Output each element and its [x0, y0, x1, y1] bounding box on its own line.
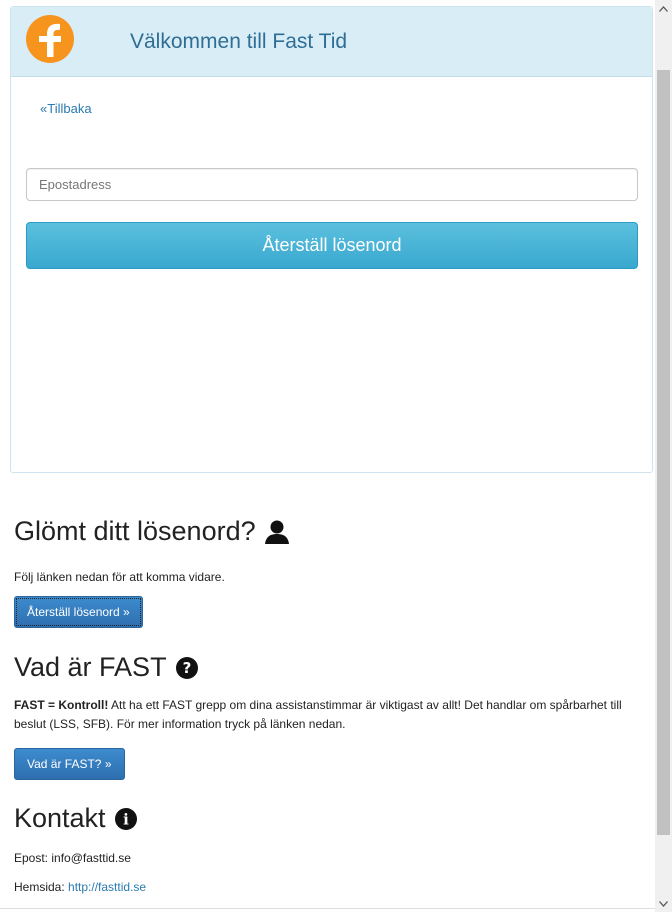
- forgot-reset-button[interactable]: Återställ lösenord »: [14, 596, 143, 628]
- about-text-bold: FAST = Kontroll!: [14, 698, 109, 712]
- forgot-section: Glömt ditt lösenord?: [14, 516, 654, 547]
- forgot-heading: Glömt ditt lösenord?: [14, 516, 654, 547]
- about-heading: Vad är FAST ?: [14, 652, 654, 683]
- scroll-up-icon[interactable]: [655, 0, 672, 17]
- fast-tid-logo-icon: [25, 14, 75, 64]
- back-link[interactable]: «Tillbaka: [40, 101, 92, 116]
- scrollbar-thumb[interactable]: [657, 70, 670, 835]
- reset-panel: Välkommen till Fast Tid «Tillbaka Återst…: [10, 6, 653, 473]
- about-section: Vad är FAST ?: [14, 652, 654, 683]
- bottom-divider: [0, 908, 655, 909]
- page: Välkommen till Fast Tid «Tillbaka Återst…: [0, 0, 655, 912]
- contact-site-label: Hemsida:: [14, 880, 69, 894]
- forgot-button-wrap: Återställ lösenord »: [14, 596, 654, 628]
- contact-heading-text: Kontakt: [14, 803, 106, 833]
- svg-text:?: ?: [182, 659, 191, 677]
- contact-section: Kontakt i: [14, 803, 654, 834]
- scroll-down-icon[interactable]: [655, 895, 672, 912]
- contact-site: Hemsida: http://fasttid.se: [14, 878, 654, 897]
- email-input[interactable]: [26, 168, 638, 201]
- question-circle-icon: ?: [175, 656, 199, 680]
- reset-password-button[interactable]: Återställ lösenord: [26, 222, 638, 269]
- contact-heading: Kontakt i: [14, 803, 654, 834]
- contact-email-label: Epost:: [14, 851, 52, 865]
- forgot-text: Följ länken nedan för att komma vidare.: [14, 570, 225, 584]
- forgot-heading-text: Glömt ditt lösenord?: [14, 516, 256, 546]
- contact-email-value: info@fasttid.se: [51, 851, 131, 865]
- svg-text:i: i: [123, 810, 129, 828]
- about-text: FAST = Kontroll! Att ha ett FAST grepp o…: [14, 696, 644, 734]
- contact-site-link[interactable]: http://fasttid.se: [68, 880, 146, 894]
- panel-title: Välkommen till Fast Tid: [130, 30, 348, 53]
- what-is-fast-button[interactable]: Vad är FAST? »: [14, 748, 125, 780]
- about-heading-text: Vad är FAST: [14, 652, 167, 682]
- contact-email: Epost: info@fasttid.se: [14, 849, 654, 868]
- scrollbar[interactable]: [655, 0, 672, 912]
- panel-header: Välkommen till Fast Tid: [11, 7, 652, 77]
- about-button-wrap: Vad är FAST? »: [14, 748, 654, 780]
- user-icon: [264, 519, 290, 545]
- info-circle-icon: i: [114, 807, 138, 831]
